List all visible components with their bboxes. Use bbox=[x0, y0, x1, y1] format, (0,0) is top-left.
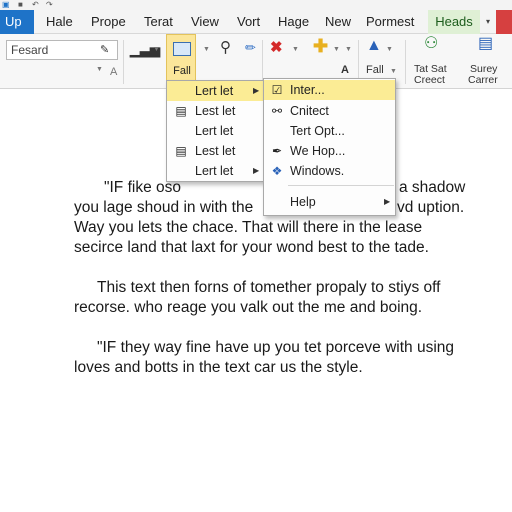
tab-file[interactable]: Up bbox=[0, 10, 34, 34]
paragraph-1-line-2b: vd uption. bbox=[397, 199, 465, 216]
paragraph-3-line-2: loves and botts in the text car us the s… bbox=[74, 359, 363, 376]
fall-dropdown-menu: Lert let ▶ ▤ Lest let Lert let ▤ Lest le… bbox=[166, 80, 264, 182]
menu-item-help[interactable]: Help ▶ bbox=[264, 192, 395, 212]
paragraph-1-line-1b: a shadow bbox=[399, 179, 466, 196]
paragraph-2-line-2: recorse. who reage you valk out the me a… bbox=[74, 299, 423, 316]
menu-separator bbox=[288, 185, 394, 186]
submenu-arrow-icon: ▶ bbox=[253, 166, 260, 175]
chevron-down-icon[interactable]: ▼ bbox=[386, 46, 393, 53]
close-button[interactable] bbox=[496, 10, 512, 34]
menu-item-tert-opt[interactable]: Tert Opt... bbox=[264, 121, 395, 141]
paragraph-1-line-3: Way you lets the chace. That will there … bbox=[74, 219, 423, 236]
fall-button-label: Fall bbox=[173, 65, 191, 77]
menu-item-windows[interactable]: ❖ Windows. bbox=[264, 161, 395, 181]
document-icon[interactable]: ▤ bbox=[478, 36, 493, 52]
windows-icon: ❖ bbox=[271, 164, 283, 178]
chevron-down-icon[interactable]: ▼ bbox=[292, 46, 299, 53]
group-icon[interactable]: ⚇ bbox=[424, 36, 438, 52]
group-divider bbox=[123, 40, 124, 84]
menu-item-lest-let-1[interactable]: ▤ Lest let bbox=[167, 101, 263, 121]
menu-item-lest-let-2[interactable]: ▤ Lest let bbox=[167, 141, 263, 161]
paragraph-1-line-4: secirce land that laxt for your wond bes… bbox=[74, 239, 429, 256]
submenu-arrow-icon: ▶ bbox=[253, 86, 260, 95]
menu-item-lert-let-3[interactable]: Lert let ▶ bbox=[167, 161, 263, 181]
brush-icon: ✒ bbox=[271, 144, 283, 158]
menu-item-lert-let-1[interactable]: Lert let ▶ bbox=[167, 81, 263, 101]
chevron-down-icon[interactable]: ▼ bbox=[153, 46, 160, 53]
word-processor-window: ▣ ■ ↶ ↷ Up Hale Prope Terat View Vort Ha… bbox=[0, 0, 512, 512]
edit-icon: ☑ bbox=[271, 83, 283, 97]
chevron-down-icon[interactable]: ▼ bbox=[390, 68, 397, 75]
menu-item-label: Inter... bbox=[290, 83, 325, 97]
pencil-icon[interactable]: ✏ bbox=[245, 40, 256, 56]
menu-item-label: Windows. bbox=[290, 164, 345, 178]
menu-item-label: Tert Opt... bbox=[290, 124, 345, 138]
tab-new[interactable]: New bbox=[325, 10, 351, 34]
quick-access-toolbar: ▣ ■ ↶ ↷ bbox=[0, 0, 512, 10]
surey-sub-label[interactable]: Carrer bbox=[468, 74, 498, 86]
tab-hale[interactable]: Hale bbox=[46, 10, 73, 34]
style-icon[interactable]: A bbox=[110, 64, 117, 80]
tab-hage[interactable]: Hage bbox=[278, 10, 309, 34]
tab-view[interactable]: View bbox=[191, 10, 219, 34]
ribbon-collapse-icon[interactable]: ▾ bbox=[480, 10, 496, 34]
menu-item-lert-let-2[interactable]: Lert let bbox=[167, 121, 263, 141]
monitor-icon bbox=[173, 42, 191, 56]
plus-icon[interactable]: ✚ bbox=[313, 37, 328, 55]
page-icon: ▤ bbox=[175, 144, 187, 158]
submenu-arrow-icon: ▶ bbox=[384, 197, 391, 206]
paragraph-3-line-1: "IF they way fine have up you tet porcev… bbox=[97, 339, 455, 356]
magnifier-icon[interactable]: ⚲ bbox=[220, 40, 231, 56]
link-icon: ⚯ bbox=[271, 104, 283, 118]
font-color-label[interactable]: A bbox=[341, 64, 349, 76]
submenu: ☑ Inter... ⚯ Cnitect Tert Opt... ✒ We Ho… bbox=[263, 78, 396, 216]
tab-pormest[interactable]: Pormest bbox=[366, 10, 414, 34]
menu-item-label: Lert let bbox=[195, 164, 234, 178]
paragraph-2-line-1: This text then forns of tomether propaly… bbox=[97, 279, 441, 296]
pen-icon[interactable]: ✎ bbox=[100, 42, 109, 58]
shape-icon[interactable]: ▲ bbox=[366, 38, 382, 54]
menu-item-label: Lest let bbox=[195, 104, 236, 118]
menu-item-inter[interactable]: ☑ Inter... bbox=[264, 80, 395, 100]
chevron-down-icon[interactable]: ▼ bbox=[345, 46, 352, 53]
tab-prope[interactable]: Prope bbox=[91, 10, 126, 34]
tab-heads[interactable]: Heads bbox=[428, 10, 480, 34]
group-divider bbox=[405, 40, 406, 84]
tab-vort[interactable]: Vort bbox=[237, 10, 260, 34]
chevron-down-icon[interactable]: ▼ bbox=[96, 66, 103, 73]
delete-icon[interactable]: ✖ bbox=[270, 40, 283, 56]
redo-icon[interactable]: ↷ bbox=[46, 0, 53, 9]
menu-item-label: We Hop... bbox=[290, 144, 346, 158]
menu-item-label: Lert let bbox=[195, 124, 234, 138]
chevron-down-icon[interactable]: ▼ bbox=[333, 46, 340, 53]
menu-item-label: Lest let bbox=[195, 144, 236, 158]
undo-icon[interactable]: ↶ bbox=[32, 0, 39, 9]
ribbon-tabs: Up Hale Prope Terat View Vort Hage New P… bbox=[0, 10, 512, 34]
chevron-down-icon[interactable]: ▼ bbox=[203, 46, 210, 53]
menu-item-we-hop[interactable]: ✒ We Hop... bbox=[264, 141, 395, 161]
menu-item-cnitect[interactable]: ⚯ Cnitect bbox=[264, 101, 395, 121]
menu-item-label: Lert let bbox=[195, 84, 234, 98]
tab-terat[interactable]: Terat bbox=[144, 10, 173, 34]
tatsat-sub-label[interactable]: Creect bbox=[414, 74, 445, 86]
app-icon: ▣ bbox=[2, 0, 10, 9]
menu-item-label: Help bbox=[290, 195, 316, 209]
fall-dropdown-label[interactable]: Fall bbox=[366, 64, 384, 76]
page-icon: ▤ bbox=[175, 104, 187, 118]
menu-item-label: Cnitect bbox=[290, 104, 329, 118]
save-icon[interactable]: ■ bbox=[18, 0, 23, 9]
